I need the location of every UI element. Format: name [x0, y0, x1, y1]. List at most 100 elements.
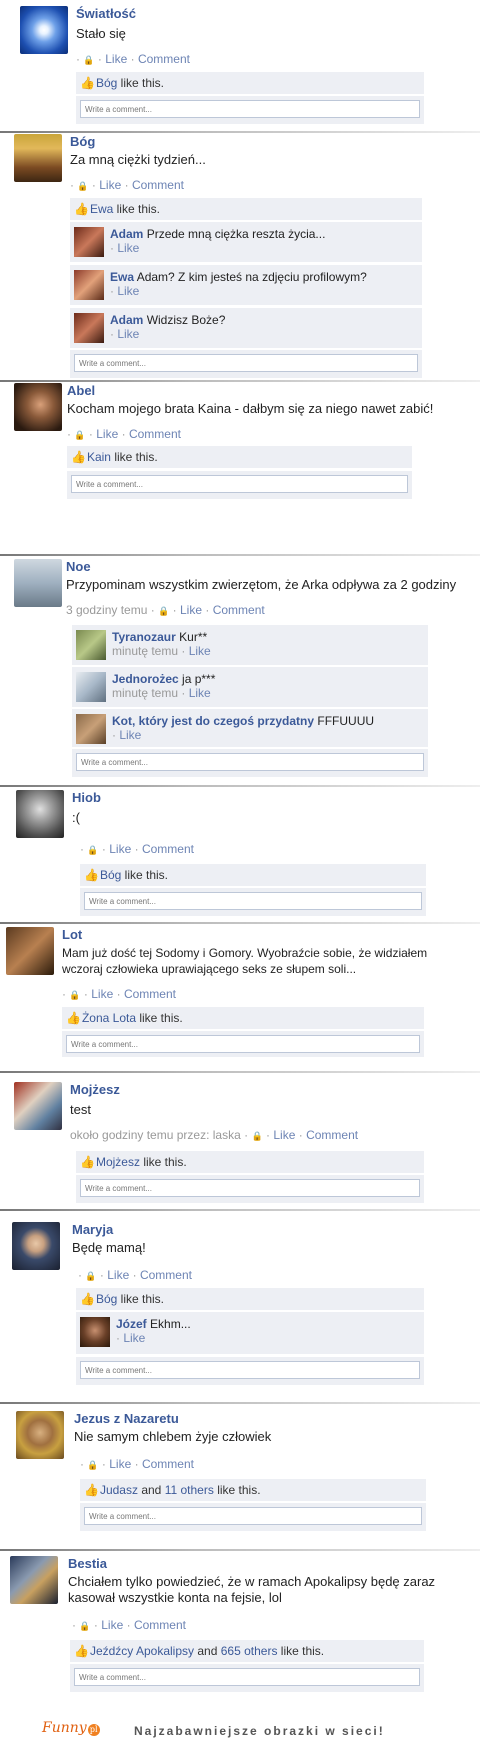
- liker-link[interactable]: Mojżesz: [96, 1155, 140, 1169]
- like-button[interactable]: Like: [107, 1268, 129, 1282]
- liker-link[interactable]: Jeźdźcy Apokalipsy: [90, 1644, 194, 1658]
- comment-author[interactable]: Kot, który jest do czegoś przydatny: [112, 714, 314, 728]
- like-button[interactable]: Like: [119, 728, 141, 742]
- comment-input[interactable]: Write a comment...: [74, 1668, 420, 1686]
- comment-input[interactable]: Write a comment...: [71, 475, 408, 493]
- like-button[interactable]: Like: [105, 52, 127, 66]
- site-logo[interactable]: Funny pl: [42, 1720, 100, 1736]
- liker-link[interactable]: Żona Lota: [82, 1011, 136, 1025]
- comment-button[interactable]: Comment: [142, 842, 194, 856]
- like-button[interactable]: Like: [117, 327, 139, 341]
- like-button[interactable]: Like: [189, 644, 211, 658]
- author-name[interactable]: Maryja: [72, 1222, 113, 1237]
- avatar[interactable]: [76, 672, 106, 702]
- like-button[interactable]: Like: [101, 1618, 123, 1632]
- like-button[interactable]: Like: [273, 1128, 295, 1142]
- others-link[interactable]: 11 others: [165, 1483, 214, 1497]
- avatar[interactable]: [14, 383, 62, 431]
- comment-button[interactable]: Comment: [134, 1618, 186, 1632]
- liker-link[interactable]: Bóg: [96, 76, 117, 90]
- comment: Tyranozaur Kur** minutę temu · Like: [72, 625, 428, 665]
- comment-author[interactable]: Jednorożec: [112, 672, 179, 686]
- comment-author[interactable]: Józef: [116, 1317, 147, 1331]
- avatar[interactable]: [12, 1222, 60, 1270]
- avatar[interactable]: [74, 270, 104, 300]
- comment: Adam Przede mną ciężka reszta życia... ·…: [70, 222, 422, 262]
- comment-button[interactable]: Comment: [213, 603, 265, 617]
- comment-input[interactable]: Write a comment...: [66, 1035, 420, 1053]
- post: Abel Kocham mojego brata Kaina - dałbym …: [0, 383, 480, 503]
- like-button[interactable]: Like: [180, 603, 202, 617]
- others-link[interactable]: 665 others: [221, 1644, 278, 1658]
- post-text: Będę mamą!: [72, 1240, 146, 1255]
- comment-button[interactable]: Comment: [140, 1268, 192, 1282]
- avatar[interactable]: [76, 714, 106, 744]
- likes-box: 👍Kain like this.: [67, 446, 412, 468]
- comment-text: FFFUUUU: [317, 714, 375, 728]
- comment-text: Kur**: [179, 630, 208, 644]
- like-button[interactable]: Like: [109, 842, 131, 856]
- liker-link[interactable]: Ewa: [90, 202, 113, 216]
- comment-button[interactable]: Comment: [129, 427, 181, 441]
- like-button[interactable]: Like: [91, 987, 113, 1001]
- liker-link[interactable]: Bóg: [100, 868, 121, 882]
- comment-author[interactable]: Adam: [110, 227, 143, 241]
- like-button[interactable]: Like: [117, 284, 139, 298]
- author-name[interactable]: Bóg: [70, 134, 95, 149]
- avatar[interactable]: [80, 1317, 110, 1347]
- comment-button[interactable]: Comment: [138, 52, 190, 66]
- avatar[interactable]: [74, 227, 104, 257]
- comment-author[interactable]: Tyranozaur: [112, 630, 176, 644]
- comment-input[interactable]: Write a comment...: [80, 1361, 420, 1379]
- post-meta: · 🔒 · Like · Comment: [67, 427, 181, 441]
- avatar[interactable]: [74, 313, 104, 343]
- like-button[interactable]: Like: [96, 427, 118, 441]
- author-name[interactable]: Jezus z Nazaretu: [74, 1411, 179, 1426]
- comment-input[interactable]: Write a comment...: [80, 100, 420, 118]
- liker-link[interactable]: Kain: [87, 450, 111, 464]
- author-name[interactable]: Hiob: [72, 790, 101, 805]
- author-name[interactable]: Noe: [66, 559, 91, 574]
- post-meta: · 🔒 · Like · Comment: [76, 52, 190, 66]
- comment-button[interactable]: Comment: [306, 1128, 358, 1142]
- avatar[interactable]: [6, 927, 54, 975]
- lock-icon: 🔒: [77, 181, 89, 191]
- like-button[interactable]: Like: [117, 241, 139, 255]
- lock-icon: 🔒: [158, 606, 170, 616]
- avatar[interactable]: [16, 790, 64, 838]
- avatar[interactable]: [20, 6, 68, 54]
- liker-link[interactable]: Bóg: [96, 1292, 117, 1306]
- author-name[interactable]: Mojżesz: [70, 1082, 120, 1097]
- author-name[interactable]: Bestia: [68, 1556, 107, 1571]
- avatar[interactable]: [76, 630, 106, 660]
- like-button[interactable]: Like: [189, 686, 211, 700]
- post-text: Kocham mojego brata Kaina - dałbym się z…: [67, 401, 434, 416]
- comment-input[interactable]: Write a comment...: [84, 892, 422, 910]
- author-name[interactable]: Światłość: [76, 6, 136, 21]
- author-name[interactable]: Lot: [62, 927, 82, 942]
- comment-input[interactable]: Write a comment...: [74, 354, 418, 372]
- comment-input[interactable]: Write a comment...: [80, 1179, 420, 1197]
- comment-author[interactable]: Ewa: [110, 270, 134, 284]
- post-meta: · 🔒 · Like · Comment: [72, 1618, 186, 1632]
- comment-author[interactable]: Adam: [110, 313, 143, 327]
- comment-button[interactable]: Comment: [132, 178, 184, 192]
- avatar[interactable]: [14, 134, 62, 182]
- avatar[interactable]: [16, 1411, 64, 1459]
- thumbs-up-icon: 👍: [80, 1155, 95, 1169]
- like-button[interactable]: Like: [99, 178, 121, 192]
- comment-button[interactable]: Comment: [142, 1457, 194, 1471]
- like-button[interactable]: Like: [123, 1331, 145, 1345]
- liker-link[interactable]: Judasz: [100, 1483, 138, 1497]
- like-button[interactable]: Like: [109, 1457, 131, 1471]
- avatar[interactable]: [10, 1556, 58, 1604]
- avatar[interactable]: [14, 559, 62, 607]
- comment-box: Write a comment...: [70, 1664, 424, 1692]
- comment-input[interactable]: Write a comment...: [76, 753, 424, 771]
- author-name[interactable]: Abel: [67, 383, 95, 398]
- post-text: Stało się: [76, 26, 126, 41]
- avatar[interactable]: [14, 1082, 62, 1130]
- comment-button[interactable]: Comment: [124, 987, 176, 1001]
- comment-input[interactable]: Write a comment...: [84, 1507, 422, 1525]
- comment-text: Adam? Z kim jesteś na zdjęciu profilowym…: [136, 270, 367, 284]
